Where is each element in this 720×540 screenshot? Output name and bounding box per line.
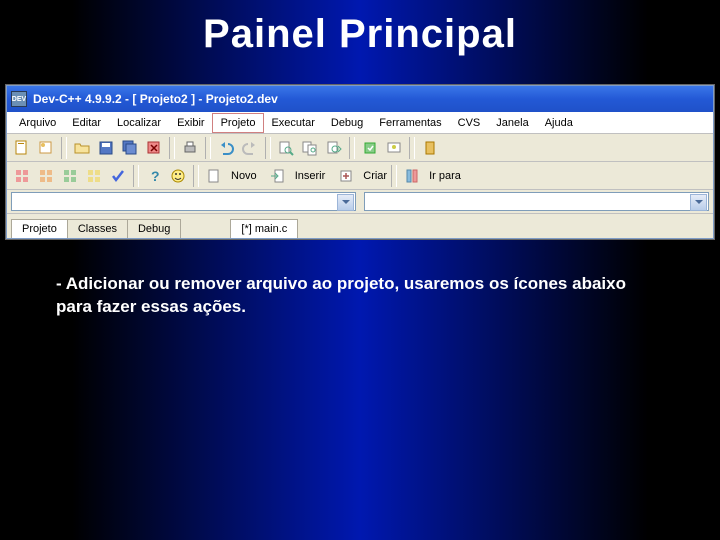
separator (391, 165, 397, 187)
toolbar-main (7, 134, 713, 162)
toolbar-secondary: ? Novo Inserir Criar Ir para (7, 162, 713, 190)
tab-projeto[interactable]: Projeto (11, 219, 68, 238)
goto-icon[interactable] (401, 165, 423, 187)
menu-exibir[interactable]: Exibir (169, 114, 213, 132)
help-icon[interactable]: ? (143, 165, 165, 187)
undo-icon[interactable] (215, 137, 237, 159)
menu-debug[interactable]: Debug (323, 114, 371, 132)
save-icon[interactable] (95, 137, 117, 159)
menu-ferramentas[interactable]: Ferramentas (371, 114, 449, 132)
menu-cvs[interactable]: CVS (450, 114, 489, 132)
svg-text:?: ? (151, 168, 160, 184)
about-icon[interactable] (167, 165, 189, 187)
replace-icon[interactable] (299, 137, 321, 159)
create-icon[interactable] (335, 165, 357, 187)
class-combo[interactable] (11, 192, 356, 211)
debug-icon[interactable] (419, 137, 441, 159)
grid-yellow-icon[interactable] (83, 165, 105, 187)
open-icon[interactable] (71, 137, 93, 159)
menu-executar[interactable]: Executar (263, 114, 322, 132)
separator (205, 137, 211, 159)
devcpp-window: DEV Dev-C++ 4.9.9.2 - [ Projeto2 ] - Pro… (6, 85, 714, 239)
menu-janela[interactable]: Janela (488, 114, 536, 132)
menu-arquivo[interactable]: Arquivo (11, 114, 64, 132)
print-icon[interactable] (179, 137, 201, 159)
menu-editar[interactable]: Editar (64, 114, 109, 132)
find-next-icon[interactable] (323, 137, 345, 159)
separator (349, 137, 355, 159)
window-title: Dev-C++ 4.9.9.2 - [ Projeto2 ] - Projeto… (33, 92, 278, 106)
compile-icon[interactable] (359, 137, 381, 159)
separator (133, 165, 139, 187)
separator (409, 137, 415, 159)
slide-title: Painel Principal (0, 0, 720, 57)
grid-pink-icon[interactable] (11, 165, 33, 187)
separator (265, 137, 271, 159)
novo-label: Novo (231, 170, 257, 182)
redo-icon[interactable] (239, 137, 261, 159)
new-file-icon[interactable] (203, 165, 225, 187)
save-all-icon[interactable] (119, 137, 141, 159)
find-icon[interactable] (275, 137, 297, 159)
close-icon[interactable] (143, 137, 165, 159)
irpara-label: Ir para (429, 170, 461, 182)
check-icon[interactable] (107, 165, 129, 187)
title-bar: DEV Dev-C++ 4.9.9.2 - [ Projeto2 ] - Pro… (7, 86, 713, 112)
tab-classes[interactable]: Classes (67, 219, 128, 238)
member-combo[interactable] (364, 192, 709, 211)
new-project-icon[interactable] (35, 137, 57, 159)
tab-debug[interactable]: Debug (127, 219, 181, 238)
menu-localizar[interactable]: Localizar (109, 114, 169, 132)
menu-bar: Arquivo Editar Localizar Exibir Projeto … (7, 112, 713, 134)
run-icon[interactable] (383, 137, 405, 159)
tab-row: Projeto Classes Debug [*] main.c (7, 214, 713, 238)
separator (61, 137, 67, 159)
combo-row (7, 190, 713, 214)
menu-ajuda[interactable]: Ajuda (537, 114, 581, 132)
insert-icon[interactable] (267, 165, 289, 187)
side-tabs: Projeto Classes Debug (11, 219, 180, 238)
new-source-icon[interactable] (11, 137, 33, 159)
app-icon: DEV (11, 91, 27, 107)
criar-label: Criar (363, 170, 387, 182)
grid-orange-icon[interactable] (35, 165, 57, 187)
file-tab-main[interactable]: [*] main.c (230, 219, 298, 238)
slide-caption: - Adicionar ou remover arquivo ao projet… (0, 239, 720, 319)
separator (169, 137, 175, 159)
menu-projeto[interactable]: Projeto (213, 114, 264, 132)
grid-green-icon[interactable] (59, 165, 81, 187)
separator (193, 165, 199, 187)
inserir-label: Inserir (295, 170, 326, 182)
